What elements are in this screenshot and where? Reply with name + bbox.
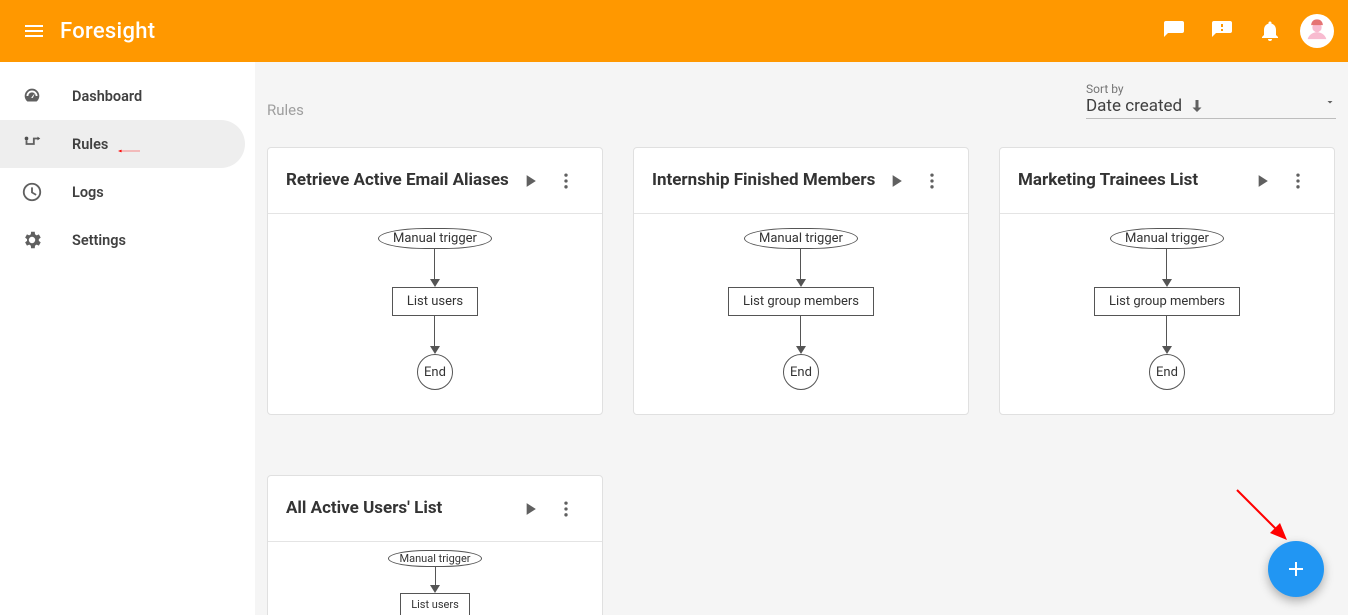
play-icon [520, 499, 540, 519]
notifications-button[interactable] [1246, 7, 1294, 55]
dropdown-caret-icon [1324, 93, 1336, 112]
sort-direction-icon [1188, 97, 1206, 115]
play-icon [886, 171, 906, 191]
run-rule-button[interactable] [512, 163, 548, 199]
flow-end-node: End [783, 354, 819, 390]
rule-flow: Manual trigger List users End [378, 228, 492, 390]
rule-card-title: Internship Finished Members [652, 170, 878, 190]
rules-icon [20, 132, 44, 156]
user-avatar[interactable] [1300, 14, 1334, 48]
run-rule-button[interactable] [1244, 163, 1280, 199]
feedback-button[interactable] [1198, 7, 1246, 55]
rule-menu-button[interactable] [548, 491, 584, 527]
dashboard-icon [20, 84, 44, 108]
run-rule-button[interactable] [878, 163, 914, 199]
rule-card[interactable]: All Active Users' List Manual trigger Li… [267, 475, 603, 615]
run-rule-button[interactable] [512, 491, 548, 527]
chat-icon [1162, 19, 1186, 43]
page-title: Rules [267, 101, 304, 119]
sidebar-item-label: Rules [72, 136, 108, 153]
sidebar-item-label: Settings [72, 232, 126, 249]
rule-card-title: Marketing Trainees List [1018, 170, 1244, 190]
rule-menu-button[interactable] [548, 163, 584, 199]
annotation-arrow [118, 140, 140, 162]
sort-label: Sort by [1086, 82, 1336, 96]
flow-trigger-node: Manual trigger [744, 228, 858, 249]
sidebar-item-rules[interactable]: Rules [0, 120, 245, 168]
menu-button[interactable] [14, 11, 54, 51]
avatar-icon [1303, 17, 1331, 45]
bell-icon [1258, 19, 1282, 43]
flow-trigger-node: Manual trigger [378, 228, 492, 249]
rule-card[interactable]: Internship Finished Members Manual trigg… [633, 147, 969, 415]
rule-flow: Manual trigger List group members End [1094, 228, 1240, 390]
app-title: Foresight [60, 19, 155, 44]
feedback-icon [1210, 19, 1234, 43]
flow-end-node: End [1149, 354, 1185, 390]
rule-menu-button[interactable] [1280, 163, 1316, 199]
more-vert-icon [556, 499, 576, 519]
flow-end-node: End [417, 354, 453, 390]
settings-icon [20, 228, 44, 252]
more-vert-icon [922, 171, 942, 191]
sort-dropdown[interactable]: Sort by Date created [1086, 82, 1336, 119]
rule-flow: Manual trigger List group members End [728, 228, 874, 390]
flow-trigger-node: Manual trigger [1110, 228, 1224, 249]
plus-icon [1284, 557, 1308, 581]
rule-card[interactable]: Retrieve Active Email Aliases Manual tri… [267, 147, 603, 415]
sidebar: Dashboard Rules Logs Settings [0, 62, 255, 615]
rules-grid: Retrieve Active Email Aliases Manual tri… [255, 119, 1348, 615]
flow-action-node: List group members [1094, 287, 1240, 316]
sidebar-item-dashboard[interactable]: Dashboard [0, 72, 255, 120]
hamburger-icon [22, 19, 46, 43]
flow-action-node: List users [400, 593, 470, 615]
rule-card-title: Retrieve Active Email Aliases [286, 170, 512, 190]
sidebar-item-label: Dashboard [72, 88, 142, 105]
add-rule-fab[interactable] [1268, 541, 1324, 597]
main-content: Rules Sort by Date created Retriev [255, 62, 1348, 615]
sidebar-item-label: Logs [72, 184, 104, 201]
flow-trigger-node: Manual trigger [388, 550, 481, 567]
play-icon [1252, 171, 1272, 191]
rule-menu-button[interactable] [914, 163, 950, 199]
page-scroll[interactable]: Foresight Dashboard Rules [0, 0, 1364, 615]
app-header: Foresight [0, 0, 1348, 62]
sort-value: Date created [1086, 96, 1182, 116]
rule-flow: Manual trigger List users [388, 550, 481, 615]
more-vert-icon [556, 171, 576, 191]
rule-card-title: All Active Users' List [286, 498, 512, 518]
flow-action-node: List group members [728, 287, 874, 316]
logs-icon [20, 180, 44, 204]
chat-button[interactable] [1150, 7, 1198, 55]
flow-action-node: List users [392, 287, 478, 316]
more-vert-icon [1288, 171, 1308, 191]
rule-card[interactable]: Marketing Trainees List Manual trigger L… [999, 147, 1335, 415]
sidebar-item-settings[interactable]: Settings [0, 216, 255, 264]
play-icon [520, 171, 540, 191]
sidebar-item-logs[interactable]: Logs [0, 168, 255, 216]
